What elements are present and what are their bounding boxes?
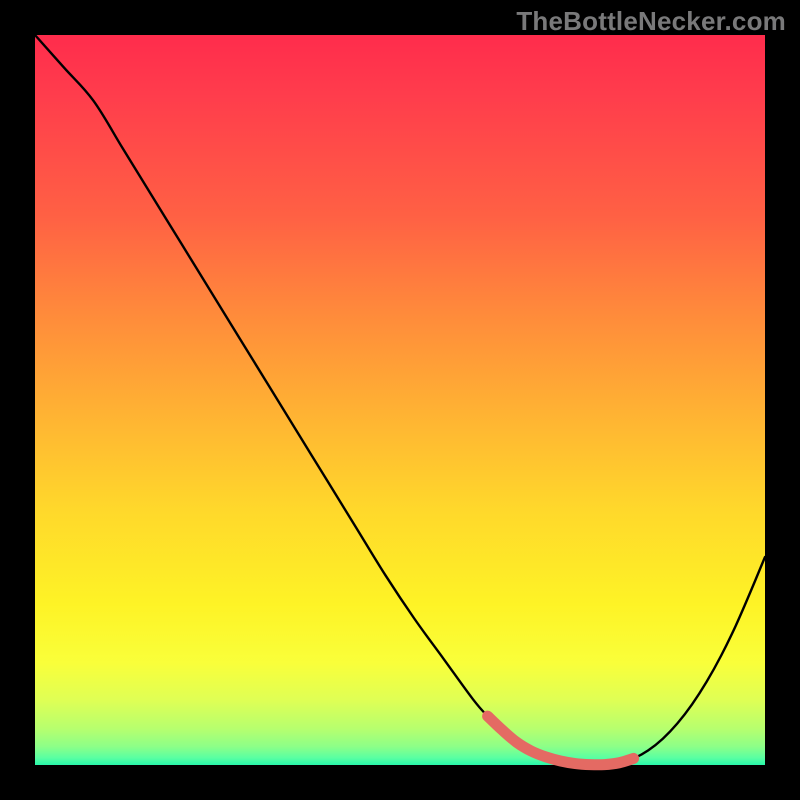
chart-svg — [35, 35, 765, 765]
watermark-text: TheBottleNecker.com — [516, 6, 786, 37]
bottleneck-curve — [35, 35, 765, 765]
optimal-range-highlight — [488, 716, 634, 765]
chart-plot-area — [35, 35, 765, 765]
